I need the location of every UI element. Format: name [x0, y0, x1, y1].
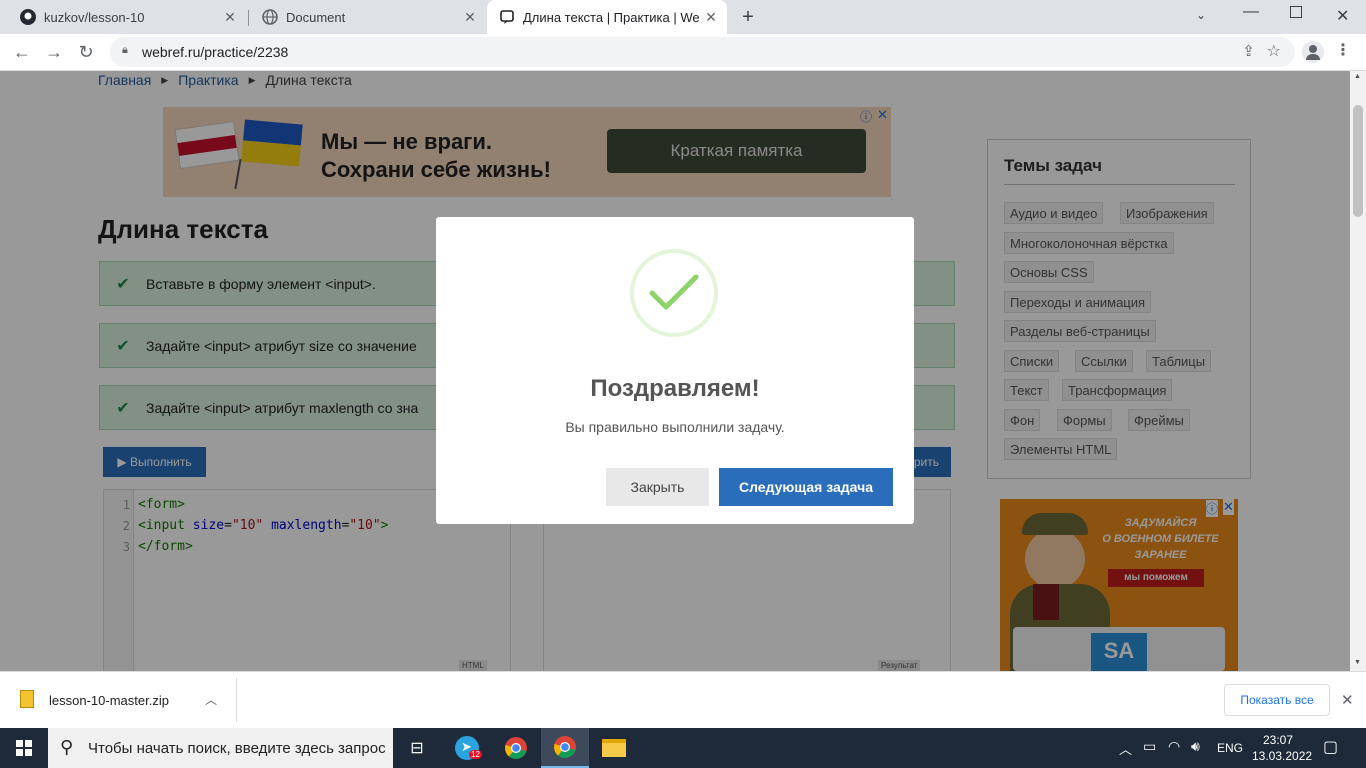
clock-date: 13.03.2022	[1252, 749, 1313, 763]
tab-title: Длина текста | Практика | WebR	[523, 9, 699, 25]
clock-time: 23:07	[1262, 733, 1294, 747]
taskbar-search-box[interactable]: ⚲ Чтобы начать поиск, введите здесь запр…	[48, 728, 393, 768]
lock-icon: 🔒︎	[122, 44, 128, 56]
divider	[236, 678, 237, 722]
telegram-icon[interactable]: ➤ 12	[443, 728, 491, 768]
close-icon[interactable]: ✕	[1341, 691, 1354, 709]
show-all-button[interactable]: Показать все	[1224, 684, 1330, 716]
tab-search-icon[interactable]: ⌄	[1196, 8, 1206, 22]
wifi-icon[interactable]: ◠	[1168, 738, 1180, 755]
notification-icon[interactable]: ▢	[1323, 737, 1338, 757]
tab-separator	[248, 10, 249, 26]
url-text: webref.ru/practice/2238	[142, 44, 289, 60]
tab-document[interactable]: Document ✕	[250, 0, 486, 34]
scrollbar-thumb[interactable]	[1353, 105, 1363, 217]
maximize-button[interactable]	[1290, 6, 1302, 18]
telegram-badge: 12	[469, 750, 482, 759]
language-indicator[interactable]: ENG	[1217, 741, 1243, 755]
success-check-icon	[649, 274, 699, 310]
github-icon	[20, 9, 36, 25]
address-bar[interactable]: 🔒︎ webref.ru/practice/2238 ⇪ ☆	[110, 37, 1295, 67]
scroll-down-icon[interactable]: ▼	[1354, 659, 1361, 666]
tab-webref-active[interactable]: Длина текста | Практика | WebR ✕	[487, 0, 727, 34]
close-button[interactable]: Закрыть	[606, 468, 709, 506]
reload-icon[interactable]: ↻	[74, 40, 98, 64]
browser-toolbar: ← → ↻ 🔒︎ webref.ru/practice/2238 ⇪ ☆ ⋮	[0, 34, 1366, 71]
close-icon[interactable]: ✕	[462, 9, 478, 26]
next-task-button[interactable]: Следующая задача	[719, 468, 893, 506]
chevron-up-icon[interactable]: ︿	[1119, 739, 1132, 758]
clock[interactable]: 23:07 13.03.2022	[1252, 732, 1313, 764]
tab-title: Document	[286, 9, 346, 25]
back-arrow-icon[interactable]: ←	[10, 40, 34, 64]
download-bar: lesson-10-master.zip ︿ Показать все ✕	[0, 671, 1366, 728]
task-view-icon[interactable]: ⊟	[393, 728, 441, 768]
volume-icon[interactable]: 🔊︎	[1191, 738, 1200, 755]
profile-avatar-icon[interactable]	[1302, 41, 1324, 63]
globe-icon	[262, 9, 278, 25]
chrome-icon[interactable]	[492, 728, 540, 768]
search-icon: ⚲	[60, 737, 74, 757]
windows-start-icon[interactable]	[0, 728, 48, 768]
forward-arrow-icon[interactable]: →	[42, 40, 66, 64]
minimize-button[interactable]: —	[1243, 3, 1259, 21]
tab-strip: kuzkov/lesson-10 ✕ Document ✕ Длина текс…	[0, 0, 1366, 34]
modal-text: Вы правильно выполнили задачу.	[565, 419, 785, 435]
share-icon[interactable]: ⇪	[1242, 42, 1255, 60]
chevron-up-icon[interactable]: ︿	[205, 691, 217, 708]
success-modal: Поздравляем! Вы правильно выполнили зада…	[436, 217, 914, 524]
search-placeholder: Чтобы начать поиск, введите здесь запрос	[88, 739, 386, 757]
tab-github[interactable]: kuzkov/lesson-10 ✕	[8, 0, 246, 34]
modal-title: Поздравляем!	[590, 375, 760, 402]
windows-taskbar: ⚲ Чтобы начать поиск, введите здесь запр…	[0, 728, 1366, 768]
close-icon[interactable]: ✕	[703, 9, 719, 26]
new-tab-button[interactable]: +	[737, 6, 759, 28]
download-filename[interactable]: lesson-10-master.zip	[49, 693, 169, 708]
chrome-active-icon[interactable]	[541, 728, 589, 768]
close-icon[interactable]: ✕	[222, 9, 238, 26]
webref-icon	[499, 9, 515, 25]
bookmark-star-icon[interactable]: ☆	[1267, 41, 1281, 61]
scroll-up-icon[interactable]: ▲	[1354, 73, 1361, 80]
menu-kebab-icon[interactable]: ⋮	[1335, 40, 1351, 60]
tab-title: kuzkov/lesson-10	[44, 9, 145, 25]
battery-icon[interactable]: ▭	[1143, 738, 1156, 755]
window-close-button[interactable]: ✕	[1336, 6, 1349, 26]
success-circle	[630, 249, 718, 337]
zip-file-icon	[20, 690, 34, 708]
file-explorer-icon[interactable]	[590, 728, 638, 768]
